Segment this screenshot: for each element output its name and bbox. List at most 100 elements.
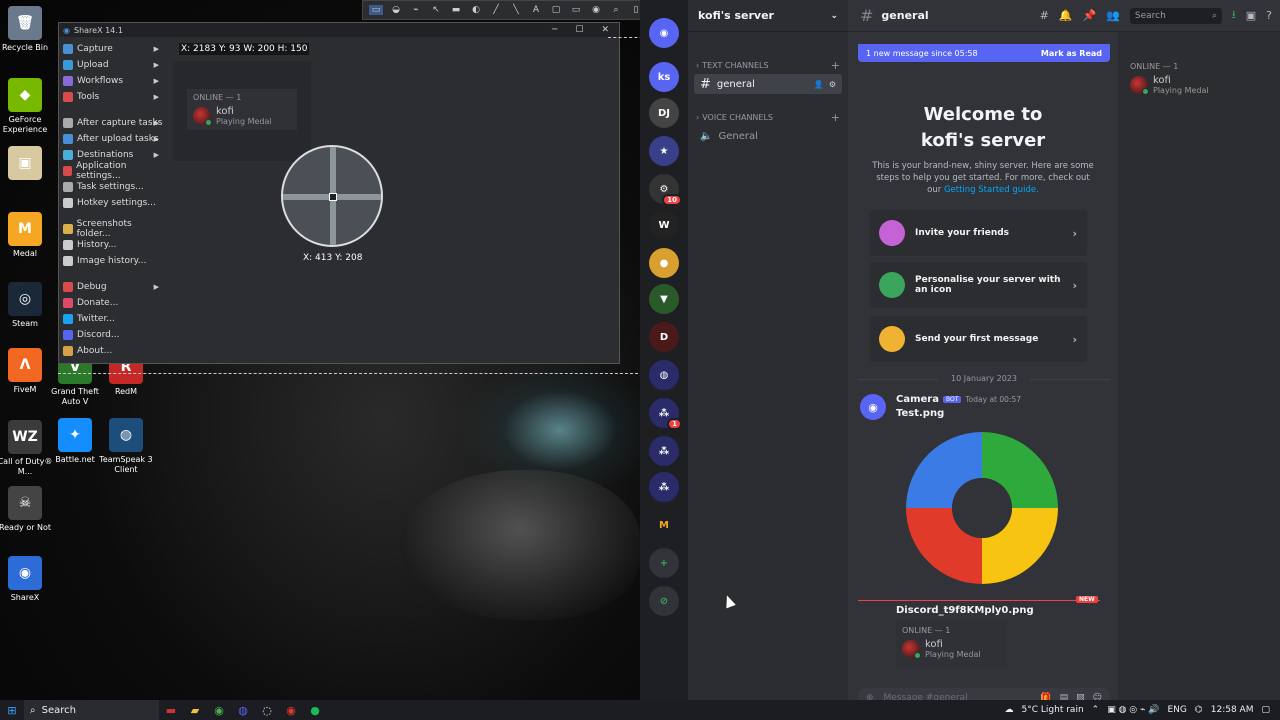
discord-icon[interactable]: ◍ — [231, 700, 255, 720]
menu-item[interactable]: Twitter... — [61, 311, 165, 327]
category-voice-channels[interactable]: › VOICE CHANNELS + — [688, 110, 848, 124]
toolbar-tool-icon[interactable]: ⌕ — [609, 5, 623, 15]
toolbar-tool-icon[interactable]: ↖ — [429, 5, 443, 15]
file-explorer-icon[interactable]: ▰ — [183, 700, 207, 720]
toolbar-tool-icon[interactable]: ▭ — [569, 5, 583, 15]
server-icon[interactable]: ⁂ 1 — [649, 398, 682, 430]
member-row[interactable]: kofi Playing Medal — [1130, 75, 1268, 95]
server-icon[interactable]: ⁂ — [649, 436, 679, 466]
close-button[interactable]: ✕ — [601, 25, 609, 35]
channel-general[interactable]: # general 👤 ⚙ — [694, 74, 842, 94]
menu-item[interactable]: Discord... — [61, 327, 165, 343]
onboarding-card[interactable]: Invite your friends › — [869, 210, 1087, 256]
toolbar-tool-icon[interactable]: ◐ — [469, 5, 483, 15]
toolbar-tool-icon[interactable]: ⌁ — [409, 5, 423, 15]
gear-icon[interactable]: ⚙ — [829, 80, 836, 89]
message-author[interactable]: Camera — [896, 394, 939, 405]
menu-item[interactable]: Workflows ▶ — [61, 73, 165, 89]
menu-item[interactable]: Capture ▶ — [61, 41, 165, 57]
pin-icon[interactable]: 📌 — [1082, 9, 1096, 22]
server-icon[interactable]: ⚙ 10 — [649, 174, 682, 206]
app-icon[interactable]: ◌ — [255, 700, 279, 720]
server-icon[interactable]: ◍ — [649, 360, 679, 390]
menu-item[interactable]: History... — [61, 237, 165, 253]
threads-icon[interactable]: # — [1040, 9, 1049, 22]
network-icon[interactable]: ⌬ — [1195, 705, 1203, 715]
desktop-icon[interactable]: ▣ — [0, 146, 55, 183]
toolbar-tool-icon[interactable]: ▬ — [449, 5, 463, 15]
spotify-icon[interactable]: ● — [303, 700, 327, 720]
server-icon[interactable]: D — [649, 322, 679, 352]
chrome-icon[interactable]: ◉ — [207, 700, 231, 720]
category-text-channels[interactable]: › TEXT CHANNELS + — [688, 58, 848, 72]
server-icon[interactable]: W — [649, 210, 679, 240]
search-input[interactable]: Search ⌕ — [1129, 7, 1222, 24]
server-icon[interactable]: ks — [649, 62, 679, 92]
server-icon[interactable]: DJ — [649, 98, 679, 128]
onboarding-card[interactable]: Send your first message › — [869, 316, 1087, 362]
onboarding-card[interactable]: Personalise your server with an icon › — [869, 262, 1087, 308]
server-icon[interactable]: ▼ — [649, 284, 679, 314]
toolbar-tool-icon[interactable]: A — [529, 5, 543, 15]
menu-item[interactable]: Hotkey settings... — [61, 195, 165, 211]
language-indicator[interactable]: ENG — [1167, 705, 1186, 715]
add-channel-icon[interactable]: + — [831, 111, 840, 124]
menu-item[interactable]: Application settings... — [61, 161, 165, 181]
notifications-icon[interactable]: ▢ — [1261, 705, 1270, 715]
desktop-icon[interactable]: 🗑 Recycle Bin — [0, 6, 55, 53]
sharex-logo-image[interactable] — [902, 428, 1062, 588]
members-icon[interactable]: 👥 — [1106, 9, 1120, 22]
windows-start-icon[interactable]: ⊞ — [0, 704, 24, 717]
mark-as-read-button[interactable]: Mark as Read — [1041, 49, 1102, 58]
menu-item[interactable]: Donate... — [61, 295, 165, 311]
tray-icons[interactable]: ▣ ◍ ◎ ⌁ 🔊 — [1107, 705, 1159, 715]
server-icon[interactable]: ★ — [649, 136, 679, 166]
server-icon[interactable]: ⊘ — [649, 586, 679, 616]
desktop-icon[interactable]: ◍ TeamSpeak 3 Client — [96, 418, 156, 475]
server-icon[interactable]: ⁂ — [649, 472, 679, 502]
download-icon[interactable]: ⭳ — [1232, 6, 1236, 25]
maximize-button[interactable]: ☐ — [575, 25, 583, 35]
toolbar-tool-icon[interactable]: ▢ — [549, 5, 563, 15]
server-icon[interactable]: ◉ — [649, 18, 679, 48]
menu-item[interactable]: Task settings... — [61, 179, 165, 195]
bell-icon[interactable]: 🔔 — [1059, 9, 1073, 22]
menu-item[interactable]: Screenshots folder... — [61, 219, 165, 239]
weather-text[interactable]: 5°C Light rain — [1022, 705, 1084, 715]
menu-item[interactable]: Tools ▶ — [61, 89, 165, 105]
desktop-icon[interactable]: ◉ ShareX — [0, 556, 55, 603]
new-messages-bar[interactable]: 1 new message since 05:58 Mark as Read — [858, 44, 1110, 62]
taskbar-search[interactable]: ⌕ Search — [24, 700, 159, 720]
help-icon[interactable]: ? — [1266, 9, 1272, 22]
inbox-icon[interactable]: ▣ — [1246, 9, 1256, 22]
tray-chevron-icon[interactable]: ⌃ — [1092, 705, 1100, 715]
discord-bot-avatar[interactable]: ◉ — [860, 394, 886, 420]
menu-item[interactable]: After capture tasks ▶ — [61, 115, 165, 131]
desktop-icon[interactable]: ◆ GeForce Experience — [0, 78, 55, 135]
menu-item[interactable]: After upload tasks ▶ — [61, 131, 165, 147]
menu-item[interactable]: Upload ▶ — [61, 57, 165, 73]
server-header[interactable]: kofi's server ⌄ — [688, 0, 848, 32]
toolbar-tool-icon[interactable]: ◒ — [389, 5, 403, 15]
desktop-icon[interactable]: ☠ Ready or Not — [0, 486, 55, 533]
minimize-button[interactable]: ─ — [552, 25, 557, 35]
sharex-icon[interactable]: ◉ — [279, 700, 303, 720]
server-icon[interactable]: M — [649, 510, 679, 540]
add-member-icon[interactable]: 👤 — [814, 80, 824, 89]
attachment-preview[interactable]: ONLINE — 1 kofi Playing Medal — [896, 622, 1006, 666]
clock[interactable]: 12:58 AM — [1211, 705, 1254, 715]
menu-item[interactable]: Debug ▶ — [61, 279, 165, 295]
toolbar-tool-icon[interactable]: ▭ — [369, 5, 383, 15]
toolbar-tool-icon[interactable]: ╱ — [489, 5, 503, 15]
desktop-icon[interactable]: ◎ Steam — [0, 282, 55, 329]
menu-item[interactable]: Image history... — [61, 253, 165, 269]
toolbar-tool-icon[interactable]: ╲ — [509, 5, 523, 15]
server-icon[interactable]: ● — [649, 248, 679, 278]
voice-channel-general[interactable]: 🔈 General — [694, 126, 842, 146]
getting-started-link[interactable]: Getting Started guide. — [944, 185, 1039, 195]
menu-item[interactable]: About... — [61, 343, 165, 359]
server-icon[interactable]: + — [649, 548, 679, 578]
add-channel-icon[interactable]: + — [831, 59, 840, 72]
task-view-icon[interactable]: ▬ — [159, 700, 183, 720]
toolbar-tool-icon[interactable]: ◉ — [589, 5, 603, 15]
